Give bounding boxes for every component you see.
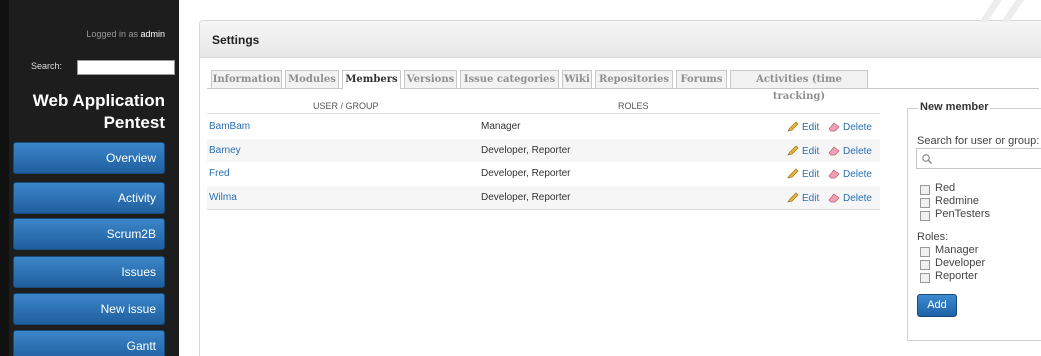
edit-label: Edit [802,122,820,133]
delete-link[interactable]: Delete [828,120,872,133]
checkbox-role-reporter[interactable] [920,273,930,283]
tab-issue-categories[interactable]: Issue categories [460,70,559,88]
eraser-icon [828,169,840,179]
checkbox-principal-red[interactable] [920,185,930,195]
role-label: Manager [935,244,979,256]
pencil-icon [787,145,799,156]
tab-versions[interactable]: Versions [404,70,457,88]
column-header-roles: ROLES [618,101,649,111]
nav-gantt[interactable]: Gantt [13,330,165,356]
principal-label: PenTesters [935,208,991,220]
table-row: Barney Developer, Reporter Edit Delete [207,139,880,162]
logged-in-user[interactable]: admin [140,29,165,39]
delete-label: Delete [843,169,872,180]
member-name[interactable]: BamBam [209,121,250,132]
eraser-icon [828,122,840,132]
nav-overview[interactable]: Overview [13,142,165,174]
checkbox-role-developer[interactable] [920,260,930,270]
table-row: Fred Developer, Reporter Edit Delete [207,162,880,185]
pencil-icon [787,121,799,132]
panel-header: Settings [200,21,1041,58]
nav-issues[interactable]: Issues [13,256,165,288]
edit-link[interactable]: Edit [787,144,819,157]
eraser-icon [828,146,840,156]
delete-label: Delete [843,146,872,157]
table-row: Wilma Developer, Reporter Edit Delete [207,186,880,209]
magnifier-icon [922,154,932,164]
role-label: Reporter [935,270,978,282]
member-name[interactable]: Barney [209,145,241,156]
delete-label: Delete [843,193,872,204]
delete-link[interactable]: Delete [828,191,872,204]
tab-wiki[interactable]: Wiki [562,70,592,88]
roles-label: Roles: [917,231,949,243]
principal-search-label: Search for user or group: [917,135,1040,147]
member-roles: Developer, Reporter [481,145,571,156]
new-member-legend: New member [918,101,991,113]
tab-forums[interactable]: Forums [676,70,727,88]
delete-link[interactable]: Delete [828,167,872,180]
table-row: BamBam Manager Edit Delete [207,115,880,138]
member-name[interactable]: Wilma [209,192,237,203]
tab-activities-time-tracking[interactable]: Activities (time tracking) [730,70,868,102]
table-bottom-divider [207,209,880,210]
sidebar: Logged in as admin Search: Web Applicati… [0,0,179,356]
edit-link[interactable]: Edit [787,120,819,133]
nav-activity[interactable]: Activity [13,182,165,214]
delete-label: Delete [843,122,872,133]
tabs-divider [207,88,1039,89]
edit-label: Edit [802,193,820,204]
project-title: Web Application Pentest [32,91,165,132]
checkbox-principal-redmine[interactable] [920,198,930,208]
eraser-icon [828,193,840,203]
edit-label: Edit [802,146,820,157]
column-header-user-group: USER / GROUP [313,101,379,111]
member-roles: Developer, Reporter [481,192,571,203]
search-label: Search: [31,61,63,71]
table-header-divider [207,113,880,114]
logged-in-prefix: Logged in as [86,29,138,39]
checkbox-role-manager[interactable] [920,247,930,257]
tab-repositories[interactable]: Repositories [595,70,673,88]
pencil-icon [787,168,799,179]
page-title: Settings [212,33,260,47]
edit-link[interactable]: Edit [787,191,819,204]
checkbox-principal-pentesters[interactable] [920,211,930,221]
tab-members[interactable]: Members [342,70,401,89]
sidebar-search: Search: [13,60,175,75]
role-label: Developer [935,257,986,269]
principal-search-input[interactable] [916,148,1041,169]
decorative-corner-marks [979,0,1024,22]
add-member-button[interactable]: Add [917,294,957,317]
nav-scrum2b[interactable]: Scrum2B [13,218,165,250]
logged-in-status: Logged in as admin [86,29,165,39]
pencil-icon [787,192,799,203]
delete-link[interactable]: Delete [828,144,872,157]
member-roles: Manager [481,121,521,132]
member-roles: Developer, Reporter [481,168,571,179]
principal-label: Red [935,182,956,194]
sidebar-edge [0,0,9,356]
edit-link[interactable]: Edit [787,167,819,180]
tab-modules[interactable]: Modules [285,70,339,88]
tab-information[interactable]: Information [211,70,282,88]
edit-label: Edit [802,169,820,180]
search-input[interactable] [77,60,175,75]
principal-label: Redmine [935,195,980,207]
member-name[interactable]: Fred [209,168,230,179]
nav-new-issue[interactable]: New issue [13,293,165,325]
